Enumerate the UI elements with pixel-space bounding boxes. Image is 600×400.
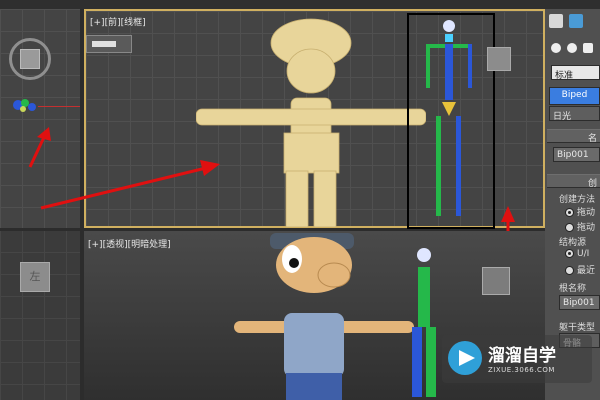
trunk-type-label: 躯干类型 — [559, 323, 596, 333]
watermark-logo-icon — [448, 341, 482, 375]
structure-option-2[interactable]: 最近 — [565, 263, 595, 276]
create-tab-icon[interactable] — [549, 14, 563, 28]
object-type-dropdown[interactable]: 标准 — [551, 65, 600, 80]
viewport-bottom-left[interactable]: 左 — [0, 230, 80, 400]
creation-method-label: 创建方法 — [559, 195, 596, 205]
viewcube-perspective[interactable] — [482, 267, 510, 295]
wireframe-character — [196, 18, 426, 227]
root-name-field[interactable]: Bip001 — [559, 295, 600, 310]
name-field[interactable]: Bip001 — [553, 147, 600, 162]
red-axis-line — [38, 106, 80, 107]
creation-rollout-header[interactable]: 创 — [547, 174, 600, 188]
sunlight-button[interactable]: 日光 — [549, 106, 600, 121]
category-icons[interactable] — [547, 39, 600, 57]
biped-perspective[interactable] — [404, 241, 444, 400]
viewcube[interactable] — [20, 49, 40, 69]
viewport-front[interactable]: [+][前][线框] — [40, 9, 545, 311]
biped-skeleton[interactable] — [416, 16, 482, 222]
modify-tab-icon[interactable] — [569, 14, 583, 28]
viewport-label-front[interactable]: [+][前][线框] — [90, 15, 146, 28]
viewport-dropdown[interactable] — [86, 35, 132, 53]
geometry-icon[interactable] — [551, 43, 561, 53]
panel-tabs[interactable] — [547, 11, 600, 33]
viewport-label-perspective[interactable]: [+][透视][明暗处理] — [88, 237, 171, 250]
creation-option-2[interactable]: 拖动 — [565, 220, 595, 233]
lights-icon[interactable] — [583, 43, 593, 53]
gizmo-icon — [10, 95, 40, 117]
viewcube-left[interactable]: 左 — [20, 262, 50, 292]
watermark: 溜溜自学 ZIXUE.3066.COM — [442, 335, 592, 383]
viewcube-front[interactable] — [487, 47, 511, 71]
root-name-label: 根名称 — [559, 284, 587, 294]
name-rollout-header[interactable]: 名 — [547, 129, 600, 143]
structure-source-label: 结构源 — [559, 238, 587, 248]
main-toolbar — [0, 0, 600, 9]
biped-button[interactable]: Biped — [549, 87, 600, 105]
shapes-icon[interactable] — [567, 43, 577, 53]
watermark-url: ZIXUE.3066.COM — [488, 366, 555, 374]
rendered-character — [234, 233, 414, 400]
watermark-brand: 溜溜自学 — [488, 346, 556, 366]
creation-option-1[interactable]: 拖动 — [565, 205, 595, 218]
annotation-arrow-center — [40, 160, 220, 210]
structure-option-1[interactable]: U/I — [565, 249, 589, 259]
